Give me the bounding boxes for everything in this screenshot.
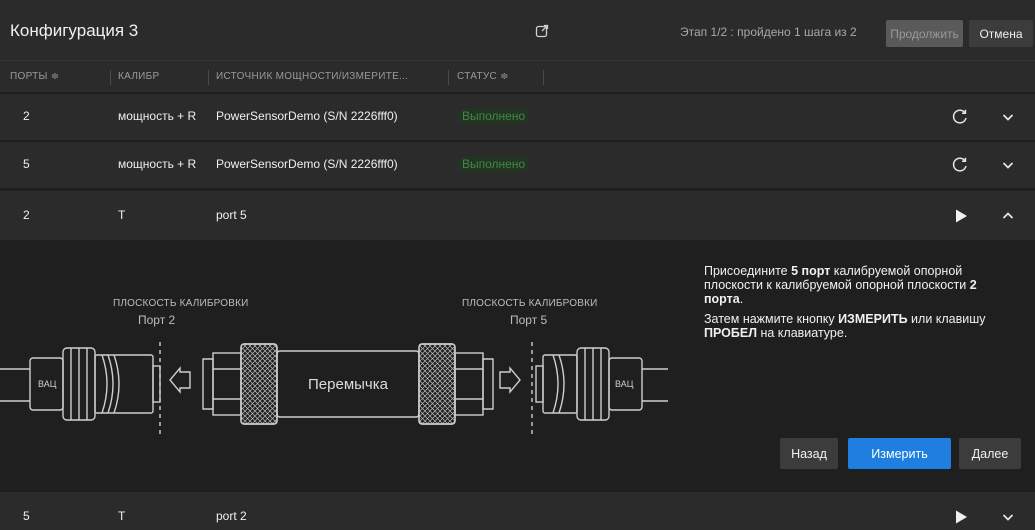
table-header: ПОРТЫ ≑ КАЛИБР ИСТОЧНИК МОЩНОСТИ/ИЗМЕРИТ… — [0, 60, 1035, 92]
page-title: Конфигурация 3 — [10, 21, 139, 40]
cell-calibr: T — [118, 208, 126, 222]
table-row[interactable]: 5 мощность + R PowerSensorDemo (S/N 2226… — [0, 142, 1035, 188]
cell-port: 2 — [23, 109, 30, 123]
instruction-measure: Затем нажмите кнопку ИЗМЕРИТЬ или клавиш… — [704, 312, 986, 340]
column-header-ports[interactable]: ПОРТЫ ≑ — [10, 71, 59, 82]
next-button[interactable]: Далее — [959, 438, 1021, 469]
cell-port: 5 — [23, 509, 30, 523]
thru-label: Перемычка — [308, 376, 389, 393]
refresh-icon[interactable] — [951, 108, 969, 126]
column-divider — [208, 70, 209, 85]
column-header-source[interactable]: ИСТОЧНИК МОЩНОСТИ/ИЗМЕРИТЕ... — [216, 71, 408, 82]
column-divider — [448, 70, 449, 85]
chevron-down-icon[interactable] — [999, 108, 1017, 126]
cell-source: port 2 — [216, 509, 247, 523]
chevron-up-icon[interactable] — [999, 207, 1017, 225]
measure-button[interactable]: Измерить — [848, 438, 951, 469]
connector-illustration: ВАЦ ВАЦ Перемычка — [0, 342, 668, 436]
cell-calibr: T — [118, 509, 126, 523]
external-link-icon[interactable] — [535, 24, 549, 38]
refresh-icon[interactable] — [951, 156, 969, 174]
cell-calibr: мощность + R — [118, 109, 197, 123]
column-header-status[interactable]: СТАТУС ≑ — [457, 71, 509, 82]
status-badge: Выполнено — [457, 155, 531, 173]
chevron-down-icon[interactable] — [999, 156, 1017, 174]
back-button[interactable]: Назад — [780, 438, 838, 469]
column-divider — [110, 70, 111, 85]
chevron-down-icon[interactable] — [999, 508, 1017, 526]
title-bar: Конфигурация 3 Этап 1/2 : пройдено 1 шаг… — [0, 0, 1035, 60]
table-row[interactable]: 2 мощность + R PowerSensorDemo (S/N 2226… — [0, 94, 1035, 140]
play-icon[interactable] — [952, 207, 970, 225]
vna-label-left: ВАЦ — [38, 379, 57, 389]
cell-port: 5 — [23, 157, 30, 171]
instruction-connect: Присоедините 5 порт калибруемой опорной … — [704, 264, 977, 306]
instructions-text: Присоедините 5 порт калибруемой опорной … — [704, 264, 1004, 348]
column-divider — [543, 70, 544, 85]
play-icon[interactable] — [952, 508, 970, 526]
cell-source: PowerSensorDemo (S/N 2226fff0) — [216, 157, 398, 171]
table-row[interactable]: 5 T port 2 — [0, 492, 1035, 530]
cell-calibr: мощность + R — [118, 157, 197, 171]
table-row-expanded[interactable]: 2 T port 5 — [0, 191, 1035, 240]
column-header-calibr[interactable]: КАЛИБР — [118, 71, 160, 82]
cancel-button[interactable]: Отмена — [969, 20, 1033, 47]
status-badge: Выполнено — [457, 107, 531, 125]
cell-port: 2 — [23, 208, 30, 222]
step-progress-text: Этап 1/2 : пройдено 1 шага из 2 — [680, 25, 857, 39]
cell-source: PowerSensorDemo (S/N 2226fff0) — [216, 109, 398, 123]
step-detail-panel: ПЛОСКОСТЬ КАЛИБРОВКИ Порт 2 ПЛОСКОСТЬ КА… — [0, 241, 1035, 488]
connection-diagram: ПЛОСКОСТЬ КАЛИБРОВКИ Порт 2 ПЛОСКОСТЬ КА… — [0, 241, 700, 488]
vna-label-right: ВАЦ — [615, 379, 634, 389]
cell-source: port 5 — [216, 208, 247, 222]
continue-button[interactable]: Продолжить — [886, 20, 963, 47]
